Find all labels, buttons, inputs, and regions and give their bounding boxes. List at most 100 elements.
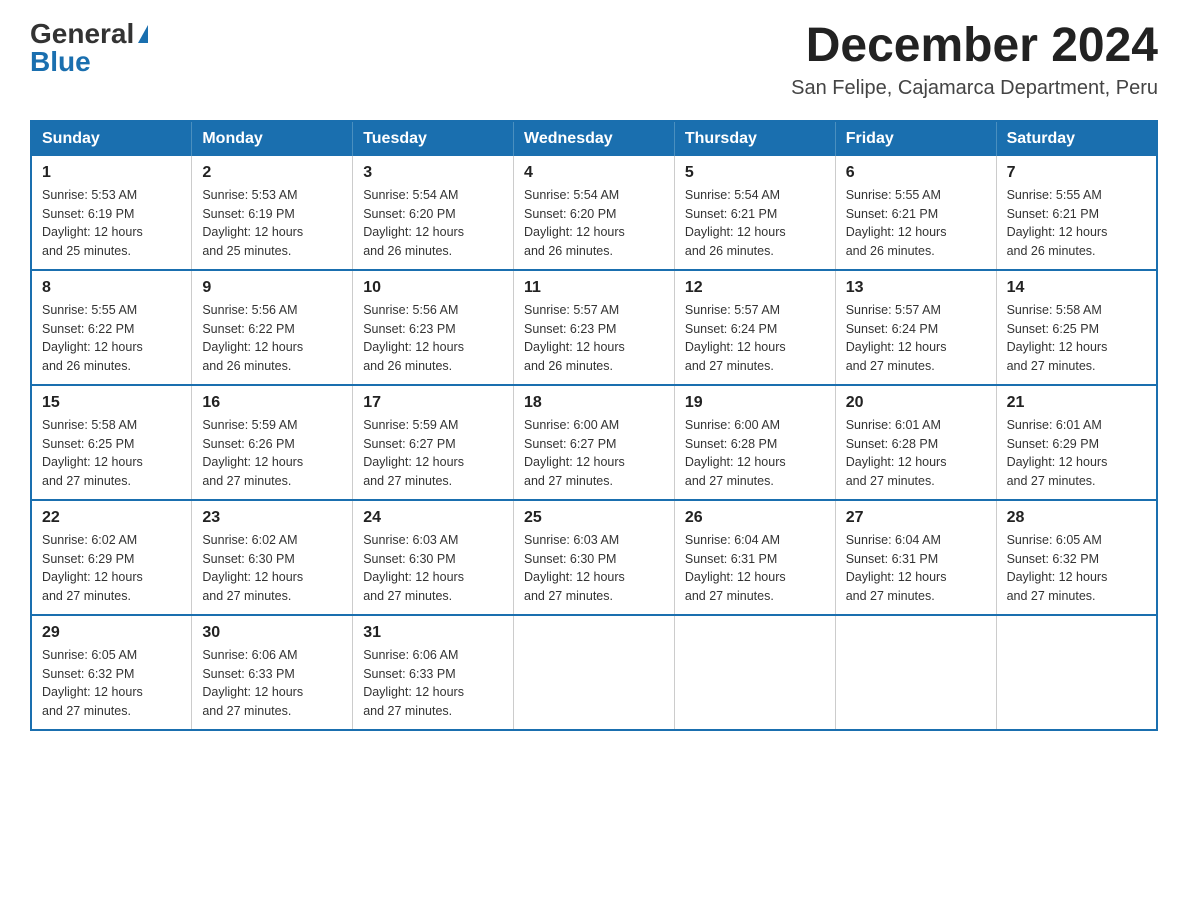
day-info: Sunrise: 5:56 AMSunset: 6:22 PMDaylight:… — [202, 303, 303, 373]
calendar-cell: 7 Sunrise: 5:55 AMSunset: 6:21 PMDayligh… — [996, 156, 1157, 270]
calendar-cell: 3 Sunrise: 5:54 AMSunset: 6:20 PMDayligh… — [353, 156, 514, 270]
day-number: 24 — [363, 509, 503, 527]
day-info: Sunrise: 5:58 AMSunset: 6:25 PMDaylight:… — [42, 418, 143, 488]
day-number: 30 — [202, 624, 342, 642]
day-info: Sunrise: 5:54 AMSunset: 6:21 PMDaylight:… — [685, 188, 786, 258]
day-info: Sunrise: 5:57 AMSunset: 6:24 PMDaylight:… — [846, 303, 947, 373]
day-info: Sunrise: 6:00 AMSunset: 6:27 PMDaylight:… — [524, 418, 625, 488]
calendar-cell: 15 Sunrise: 5:58 AMSunset: 6:25 PMDaylig… — [31, 385, 192, 500]
calendar-header-tuesday: Tuesday — [353, 121, 514, 156]
calendar-cell: 16 Sunrise: 5:59 AMSunset: 6:26 PMDaylig… — [192, 385, 353, 500]
day-info: Sunrise: 5:55 AMSunset: 6:21 PMDaylight:… — [1007, 188, 1108, 258]
calendar-week-row: 29 Sunrise: 6:05 AMSunset: 6:32 PMDaylig… — [31, 615, 1157, 730]
day-info: Sunrise: 5:59 AMSunset: 6:27 PMDaylight:… — [363, 418, 464, 488]
day-number: 5 — [685, 164, 825, 182]
calendar-cell: 2 Sunrise: 5:53 AMSunset: 6:19 PMDayligh… — [192, 156, 353, 270]
day-info: Sunrise: 5:55 AMSunset: 6:21 PMDaylight:… — [846, 188, 947, 258]
calendar-week-row: 22 Sunrise: 6:02 AMSunset: 6:29 PMDaylig… — [31, 500, 1157, 615]
day-number: 6 — [846, 164, 986, 182]
day-number: 17 — [363, 394, 503, 412]
logo-blue-text: Blue — [30, 48, 91, 76]
calendar-week-row: 8 Sunrise: 5:55 AMSunset: 6:22 PMDayligh… — [31, 270, 1157, 385]
day-info: Sunrise: 6:05 AMSunset: 6:32 PMDaylight:… — [42, 648, 143, 718]
day-number: 4 — [524, 164, 664, 182]
day-info: Sunrise: 6:06 AMSunset: 6:33 PMDaylight:… — [363, 648, 464, 718]
calendar-cell: 13 Sunrise: 5:57 AMSunset: 6:24 PMDaylig… — [835, 270, 996, 385]
calendar-header-thursday: Thursday — [674, 121, 835, 156]
calendar-cell: 4 Sunrise: 5:54 AMSunset: 6:20 PMDayligh… — [514, 156, 675, 270]
page-header: General Blue December 2024 San Felipe, C… — [30, 20, 1158, 100]
day-number: 14 — [1007, 279, 1146, 297]
calendar-cell: 23 Sunrise: 6:02 AMSunset: 6:30 PMDaylig… — [192, 500, 353, 615]
calendar-cell: 14 Sunrise: 5:58 AMSunset: 6:25 PMDaylig… — [996, 270, 1157, 385]
calendar-cell: 27 Sunrise: 6:04 AMSunset: 6:31 PMDaylig… — [835, 500, 996, 615]
day-info: Sunrise: 6:00 AMSunset: 6:28 PMDaylight:… — [685, 418, 786, 488]
calendar-cell: 19 Sunrise: 6:00 AMSunset: 6:28 PMDaylig… — [674, 385, 835, 500]
day-info: Sunrise: 5:53 AMSunset: 6:19 PMDaylight:… — [202, 188, 303, 258]
calendar-cell: 5 Sunrise: 5:54 AMSunset: 6:21 PMDayligh… — [674, 156, 835, 270]
day-number: 13 — [846, 279, 986, 297]
calendar-cell — [514, 615, 675, 730]
day-number: 11 — [524, 279, 664, 297]
day-info: Sunrise: 6:03 AMSunset: 6:30 PMDaylight:… — [524, 533, 625, 603]
day-info: Sunrise: 5:59 AMSunset: 6:26 PMDaylight:… — [202, 418, 303, 488]
calendar-cell: 24 Sunrise: 6:03 AMSunset: 6:30 PMDaylig… — [353, 500, 514, 615]
day-info: Sunrise: 5:53 AMSunset: 6:19 PMDaylight:… — [42, 188, 143, 258]
day-number: 22 — [42, 509, 181, 527]
day-number: 21 — [1007, 394, 1146, 412]
day-number: 18 — [524, 394, 664, 412]
calendar-cell: 17 Sunrise: 5:59 AMSunset: 6:27 PMDaylig… — [353, 385, 514, 500]
calendar-cell — [674, 615, 835, 730]
subtitle: San Felipe, Cajamarca Department, Peru — [791, 77, 1158, 100]
day-info: Sunrise: 6:02 AMSunset: 6:30 PMDaylight:… — [202, 533, 303, 603]
calendar-cell: 6 Sunrise: 5:55 AMSunset: 6:21 PMDayligh… — [835, 156, 996, 270]
calendar-cell: 31 Sunrise: 6:06 AMSunset: 6:33 PMDaylig… — [353, 615, 514, 730]
logo-general-text: General — [30, 20, 134, 48]
calendar-cell: 22 Sunrise: 6:02 AMSunset: 6:29 PMDaylig… — [31, 500, 192, 615]
calendar-header-row: SundayMondayTuesdayWednesdayThursdayFrid… — [31, 121, 1157, 156]
day-number: 27 — [846, 509, 986, 527]
day-info: Sunrise: 6:06 AMSunset: 6:33 PMDaylight:… — [202, 648, 303, 718]
day-number: 15 — [42, 394, 181, 412]
calendar-header-sunday: Sunday — [31, 121, 192, 156]
calendar-cell: 1 Sunrise: 5:53 AMSunset: 6:19 PMDayligh… — [31, 156, 192, 270]
day-info: Sunrise: 6:05 AMSunset: 6:32 PMDaylight:… — [1007, 533, 1108, 603]
day-number: 26 — [685, 509, 825, 527]
day-number: 9 — [202, 279, 342, 297]
calendar-cell: 28 Sunrise: 6:05 AMSunset: 6:32 PMDaylig… — [996, 500, 1157, 615]
day-number: 19 — [685, 394, 825, 412]
day-number: 12 — [685, 279, 825, 297]
logo: General Blue — [30, 20, 148, 76]
calendar-cell: 29 Sunrise: 6:05 AMSunset: 6:32 PMDaylig… — [31, 615, 192, 730]
day-info: Sunrise: 5:57 AMSunset: 6:23 PMDaylight:… — [524, 303, 625, 373]
calendar-cell — [835, 615, 996, 730]
calendar-cell: 30 Sunrise: 6:06 AMSunset: 6:33 PMDaylig… — [192, 615, 353, 730]
day-info: Sunrise: 5:54 AMSunset: 6:20 PMDaylight:… — [524, 188, 625, 258]
calendar-cell: 9 Sunrise: 5:56 AMSunset: 6:22 PMDayligh… — [192, 270, 353, 385]
day-number: 10 — [363, 279, 503, 297]
day-number: 28 — [1007, 509, 1146, 527]
day-number: 8 — [42, 279, 181, 297]
day-info: Sunrise: 6:03 AMSunset: 6:30 PMDaylight:… — [363, 533, 464, 603]
day-info: Sunrise: 6:02 AMSunset: 6:29 PMDaylight:… — [42, 533, 143, 603]
calendar-week-row: 1 Sunrise: 5:53 AMSunset: 6:19 PMDayligh… — [31, 156, 1157, 270]
calendar-cell: 26 Sunrise: 6:04 AMSunset: 6:31 PMDaylig… — [674, 500, 835, 615]
calendar-cell: 25 Sunrise: 6:03 AMSunset: 6:30 PMDaylig… — [514, 500, 675, 615]
day-number: 25 — [524, 509, 664, 527]
day-number: 20 — [846, 394, 986, 412]
day-info: Sunrise: 5:58 AMSunset: 6:25 PMDaylight:… — [1007, 303, 1108, 373]
day-info: Sunrise: 6:04 AMSunset: 6:31 PMDaylight:… — [685, 533, 786, 603]
title-section: December 2024 San Felipe, Cajamarca Depa… — [791, 20, 1158, 100]
calendar-week-row: 15 Sunrise: 5:58 AMSunset: 6:25 PMDaylig… — [31, 385, 1157, 500]
calendar-cell: 18 Sunrise: 6:00 AMSunset: 6:27 PMDaylig… — [514, 385, 675, 500]
day-number: 16 — [202, 394, 342, 412]
calendar-cell: 20 Sunrise: 6:01 AMSunset: 6:28 PMDaylig… — [835, 385, 996, 500]
calendar-header-wednesday: Wednesday — [514, 121, 675, 156]
calendar-cell: 8 Sunrise: 5:55 AMSunset: 6:22 PMDayligh… — [31, 270, 192, 385]
day-number: 7 — [1007, 164, 1146, 182]
calendar-cell: 10 Sunrise: 5:56 AMSunset: 6:23 PMDaylig… — [353, 270, 514, 385]
day-number: 31 — [363, 624, 503, 642]
main-title: December 2024 — [791, 20, 1158, 73]
day-info: Sunrise: 5:55 AMSunset: 6:22 PMDaylight:… — [42, 303, 143, 373]
day-number: 23 — [202, 509, 342, 527]
